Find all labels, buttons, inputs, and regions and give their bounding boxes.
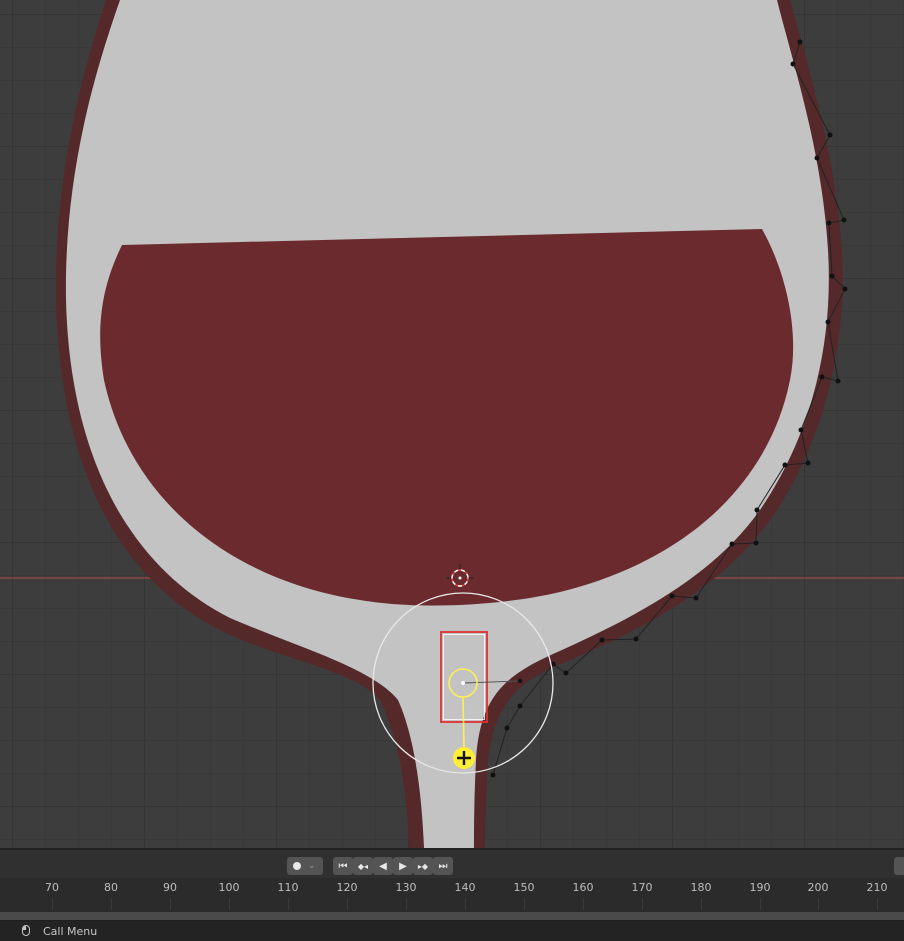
jump-to-prev-keyframe-button[interactable]: ◆◂ [353,857,373,875]
frame-tick [52,898,53,910]
frame-tick [818,898,819,910]
3d-viewport[interactable] [0,0,904,848]
jump-to-start-icon: ⏮ [338,860,348,872]
viewport-canvas[interactable] [0,0,904,848]
frame-label: 70 [45,881,59,894]
frame-label: 130 [395,881,417,894]
frame-label: 140 [454,881,476,894]
play-icon: ▶ [399,860,407,872]
frame-label: 100 [218,881,240,894]
frame-label: 190 [749,881,771,894]
frame-tick [524,898,525,910]
jump-to-end-button[interactable]: ⏭ [433,857,453,875]
frame-label: 200 [807,881,829,894]
header-scroll-handle[interactable] [894,857,904,875]
timeline-header: ⌄ ⏮ ◆◂ ◀ ▶ ▸◆ ⏭ [0,848,904,880]
play-reverse-button[interactable]: ◀ [373,857,393,875]
frame-label: 110 [277,881,299,894]
frame-tick [111,898,112,910]
frame-tick [701,898,702,910]
frame-tick [406,898,407,910]
frame-tick [347,898,348,910]
frame-tick [170,898,171,910]
jump-to-start-button[interactable]: ⏮ [333,857,353,875]
timeline-scrollbar[interactable] [0,912,904,921]
play-reverse-icon: ◀ [379,860,387,872]
chevron-down-icon: ⌄ [308,861,316,871]
frame-tick [229,898,230,910]
frame-tick [642,898,643,910]
frame-tick [288,898,289,910]
status-bar: Call Menu [0,921,904,941]
frame-tick [583,898,584,910]
jump-to-next-keyframe-button[interactable]: ▸◆ [413,857,433,875]
auto-keying-button[interactable]: ⌄ [287,857,323,875]
frame-label: 80 [104,881,118,894]
jump-to-next-keyframe-icon: ▸◆ [417,861,429,871]
frame-label: 210 [866,881,888,894]
record-dot-icon [293,862,301,870]
play-button[interactable]: ▶ [393,857,413,875]
frame-tick [465,898,466,910]
frame-label: 170 [631,881,653,894]
frame-label: 160 [572,881,594,894]
frame-tick [760,898,761,910]
frame-tick [877,898,878,910]
frame-label: 180 [690,881,712,894]
frame-label: 90 [163,881,177,894]
jump-to-prev-keyframe-icon: ◆◂ [357,861,369,871]
status-hint: Call Menu [43,925,98,938]
timeline-ruler[interactable]: 70 80 90 100 110 120 130 140 150 160 170… [0,878,904,912]
frame-label: 150 [513,881,535,894]
mouse-icon [22,925,30,936]
jump-to-end-icon: ⏭ [438,860,448,872]
frame-label: 120 [336,881,358,894]
